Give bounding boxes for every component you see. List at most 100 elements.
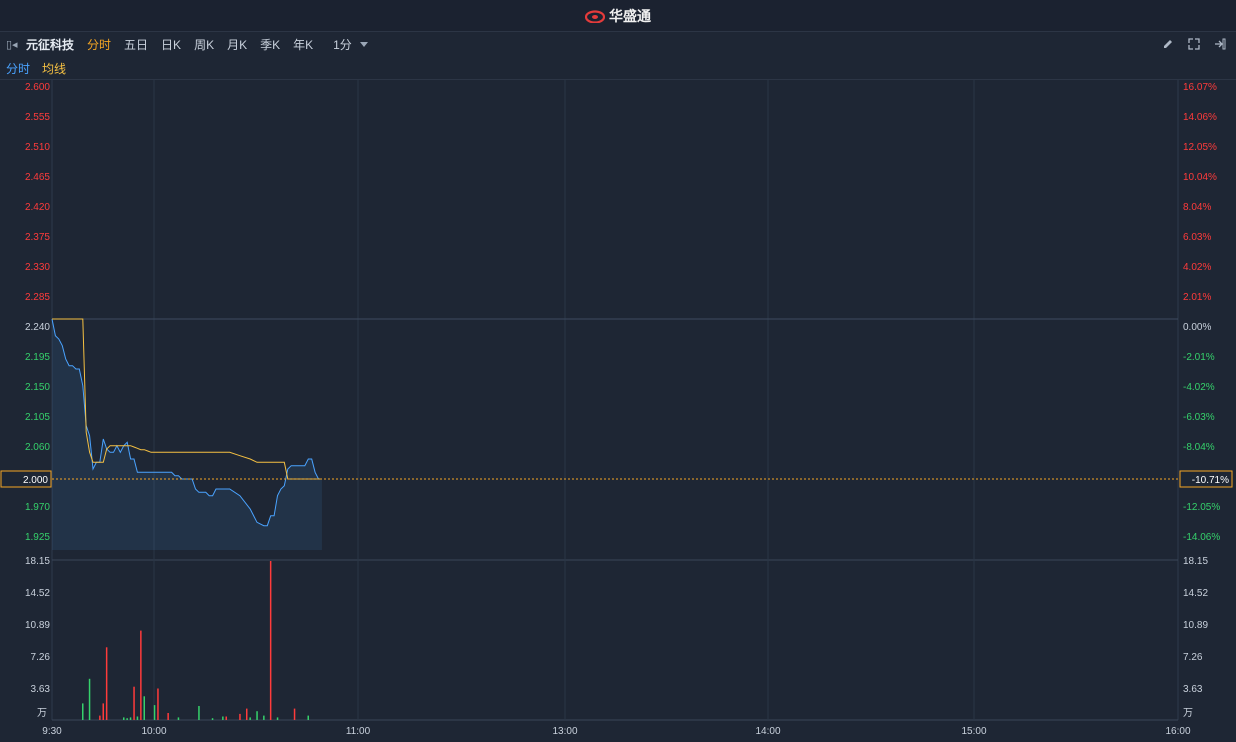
volume-unit-label: 万: [37, 708, 47, 719]
current-price-label: 2.000: [23, 475, 48, 486]
price-tick-label: 2.600: [25, 82, 50, 93]
pct-tick-label: 8.04%: [1183, 202, 1211, 213]
price-tick-label: 1.970: [25, 502, 50, 513]
pct-tick-label: 2.01%: [1183, 292, 1211, 303]
volume-tick-label-right: 14.52: [1183, 588, 1208, 599]
time-label: 15:00: [961, 726, 986, 737]
volume-bar: [133, 686, 135, 720]
volume-tick-label: 18.15: [25, 556, 50, 567]
tab-monthly-k[interactable]: 月K: [227, 36, 247, 53]
volume-bar: [293, 708, 296, 720]
time-label: 10:00: [141, 726, 166, 737]
price-tick-label: 2.330: [25, 262, 50, 273]
volume-bar: [246, 708, 248, 720]
volume-bar: [269, 561, 272, 720]
brand-logo: 华盛通: [585, 6, 651, 26]
tab-yearly-k[interactable]: 年K: [293, 36, 313, 53]
top-bar: 华盛通: [0, 0, 1236, 32]
time-label: 11:00: [346, 726, 371, 737]
period-value: 1分: [333, 38, 352, 52]
current-pct-box: [1179, 470, 1233, 488]
tab-five-day[interactable]: 五日: [124, 36, 148, 53]
draw-pencil-icon[interactable]: [1160, 36, 1176, 52]
tab-weekly-k[interactable]: 周K: [194, 36, 214, 53]
time-label: 14:00: [755, 726, 780, 737]
time-label: 9:30: [42, 726, 62, 737]
volume-bar: [105, 647, 108, 720]
volume-bar: [239, 713, 241, 720]
volume-bar: [249, 717, 251, 720]
volume-bar: [211, 718, 214, 720]
volume-bar: [263, 715, 265, 720]
brand-name: 华盛通: [609, 7, 651, 24]
price-tick-label: 2.150: [25, 382, 50, 393]
volume-bar: [82, 703, 84, 720]
pct-tick-label: 14.06%: [1183, 112, 1217, 123]
stock-name: 元征科技: [26, 38, 75, 52]
current-pct-label: -10.71%: [1192, 475, 1229, 486]
pct-tick-label: 0.00%: [1183, 322, 1211, 333]
volume-tick-label: 10.89: [25, 620, 50, 631]
price-tick-label: 2.240: [25, 322, 50, 333]
chart-toolbar: ▯◂ 元征科技 分时 五日 日K 周K 月K 季K 年K 1分: [0, 32, 1236, 57]
price-tick-label: 2.015: [25, 472, 50, 483]
volume-bar: [307, 715, 309, 720]
pct-tick-label: 12.05%: [1183, 142, 1217, 153]
volume-bar: [276, 717, 279, 720]
volume-tick-label-right: 7.26: [1183, 652, 1203, 663]
pct-tick-label: 4.02%: [1183, 262, 1211, 273]
legend-average: 均线: [42, 62, 67, 76]
price-tick-label: 2.105: [25, 412, 50, 423]
chevron-down-icon: [359, 42, 368, 47]
price-tick-label: 2.420: [25, 202, 50, 213]
volume-bar: [136, 716, 139, 720]
tab-intraday[interactable]: 分时: [87, 36, 111, 53]
chart-legend: 分时 均线: [0, 58, 1236, 80]
price-tick-label: 2.555: [25, 112, 50, 123]
price-line: [51, 318, 322, 527]
volume-bar: [222, 716, 224, 720]
tab-quarterly-k[interactable]: 季K: [260, 36, 280, 53]
volume-bar: [153, 705, 156, 720]
collapse-panel-icon[interactable]: ▯◂: [6, 38, 20, 52]
volume-bar: [198, 706, 200, 720]
average-line: [52, 318, 322, 480]
price-tick-label: 2.060: [25, 442, 50, 453]
pct-tick-label: 6.03%: [1183, 232, 1211, 243]
volume-tick-label-right: 3.63: [1183, 684, 1203, 695]
expand-icon[interactable]: [1186, 36, 1202, 52]
volume-bar: [99, 715, 101, 720]
price-tick-label: 2.375: [25, 232, 50, 243]
pct-tick-label: -12.05%: [1183, 502, 1220, 513]
volume-unit-label-right: 万: [1183, 708, 1193, 719]
price-tick-label: 2.510: [25, 142, 50, 153]
volume-bar: [225, 716, 227, 720]
period-select[interactable]: 1分: [333, 36, 368, 53]
exit-panel-icon[interactable]: [1212, 36, 1228, 52]
price-tick-label: 2.285: [25, 292, 50, 303]
pct-tick-label: 16.07%: [1183, 82, 1217, 93]
volume-bar: [88, 678, 91, 720]
volume-bar: [256, 711, 258, 720]
volume-bar: [177, 717, 180, 720]
volume-tick-label-right: 18.15: [1183, 556, 1208, 567]
huasheng-logo-icon: [585, 9, 605, 23]
pct-tick-label: -10.04%: [1183, 472, 1220, 483]
price-area-fill: [52, 319, 322, 550]
volume-bar: [123, 717, 125, 720]
volume-tick-label-right: 10.89: [1183, 620, 1208, 631]
pct-tick-label: 10.04%: [1183, 172, 1217, 183]
pct-tick-label: -14.06%: [1183, 532, 1220, 543]
volume-bar: [157, 688, 159, 720]
tab-daily-k[interactable]: 日K: [161, 36, 181, 53]
pct-tick-label: -4.02%: [1183, 382, 1215, 393]
volume-tick-label: 3.63: [31, 684, 51, 695]
volume-bar: [143, 696, 145, 720]
volume-bar: [167, 713, 169, 720]
time-label: 16:00: [1165, 726, 1190, 737]
current-price-box: [0, 470, 52, 488]
price-tick-label: 1.925: [25, 532, 50, 543]
pct-tick-label: -8.04%: [1183, 442, 1215, 453]
intraday-chart[interactable]: 2.600 2.555 2.510 2.465 2.420 2.375 2.330 2.285…: [0, 0, 1236, 742]
legend-price: 分时: [6, 62, 31, 76]
